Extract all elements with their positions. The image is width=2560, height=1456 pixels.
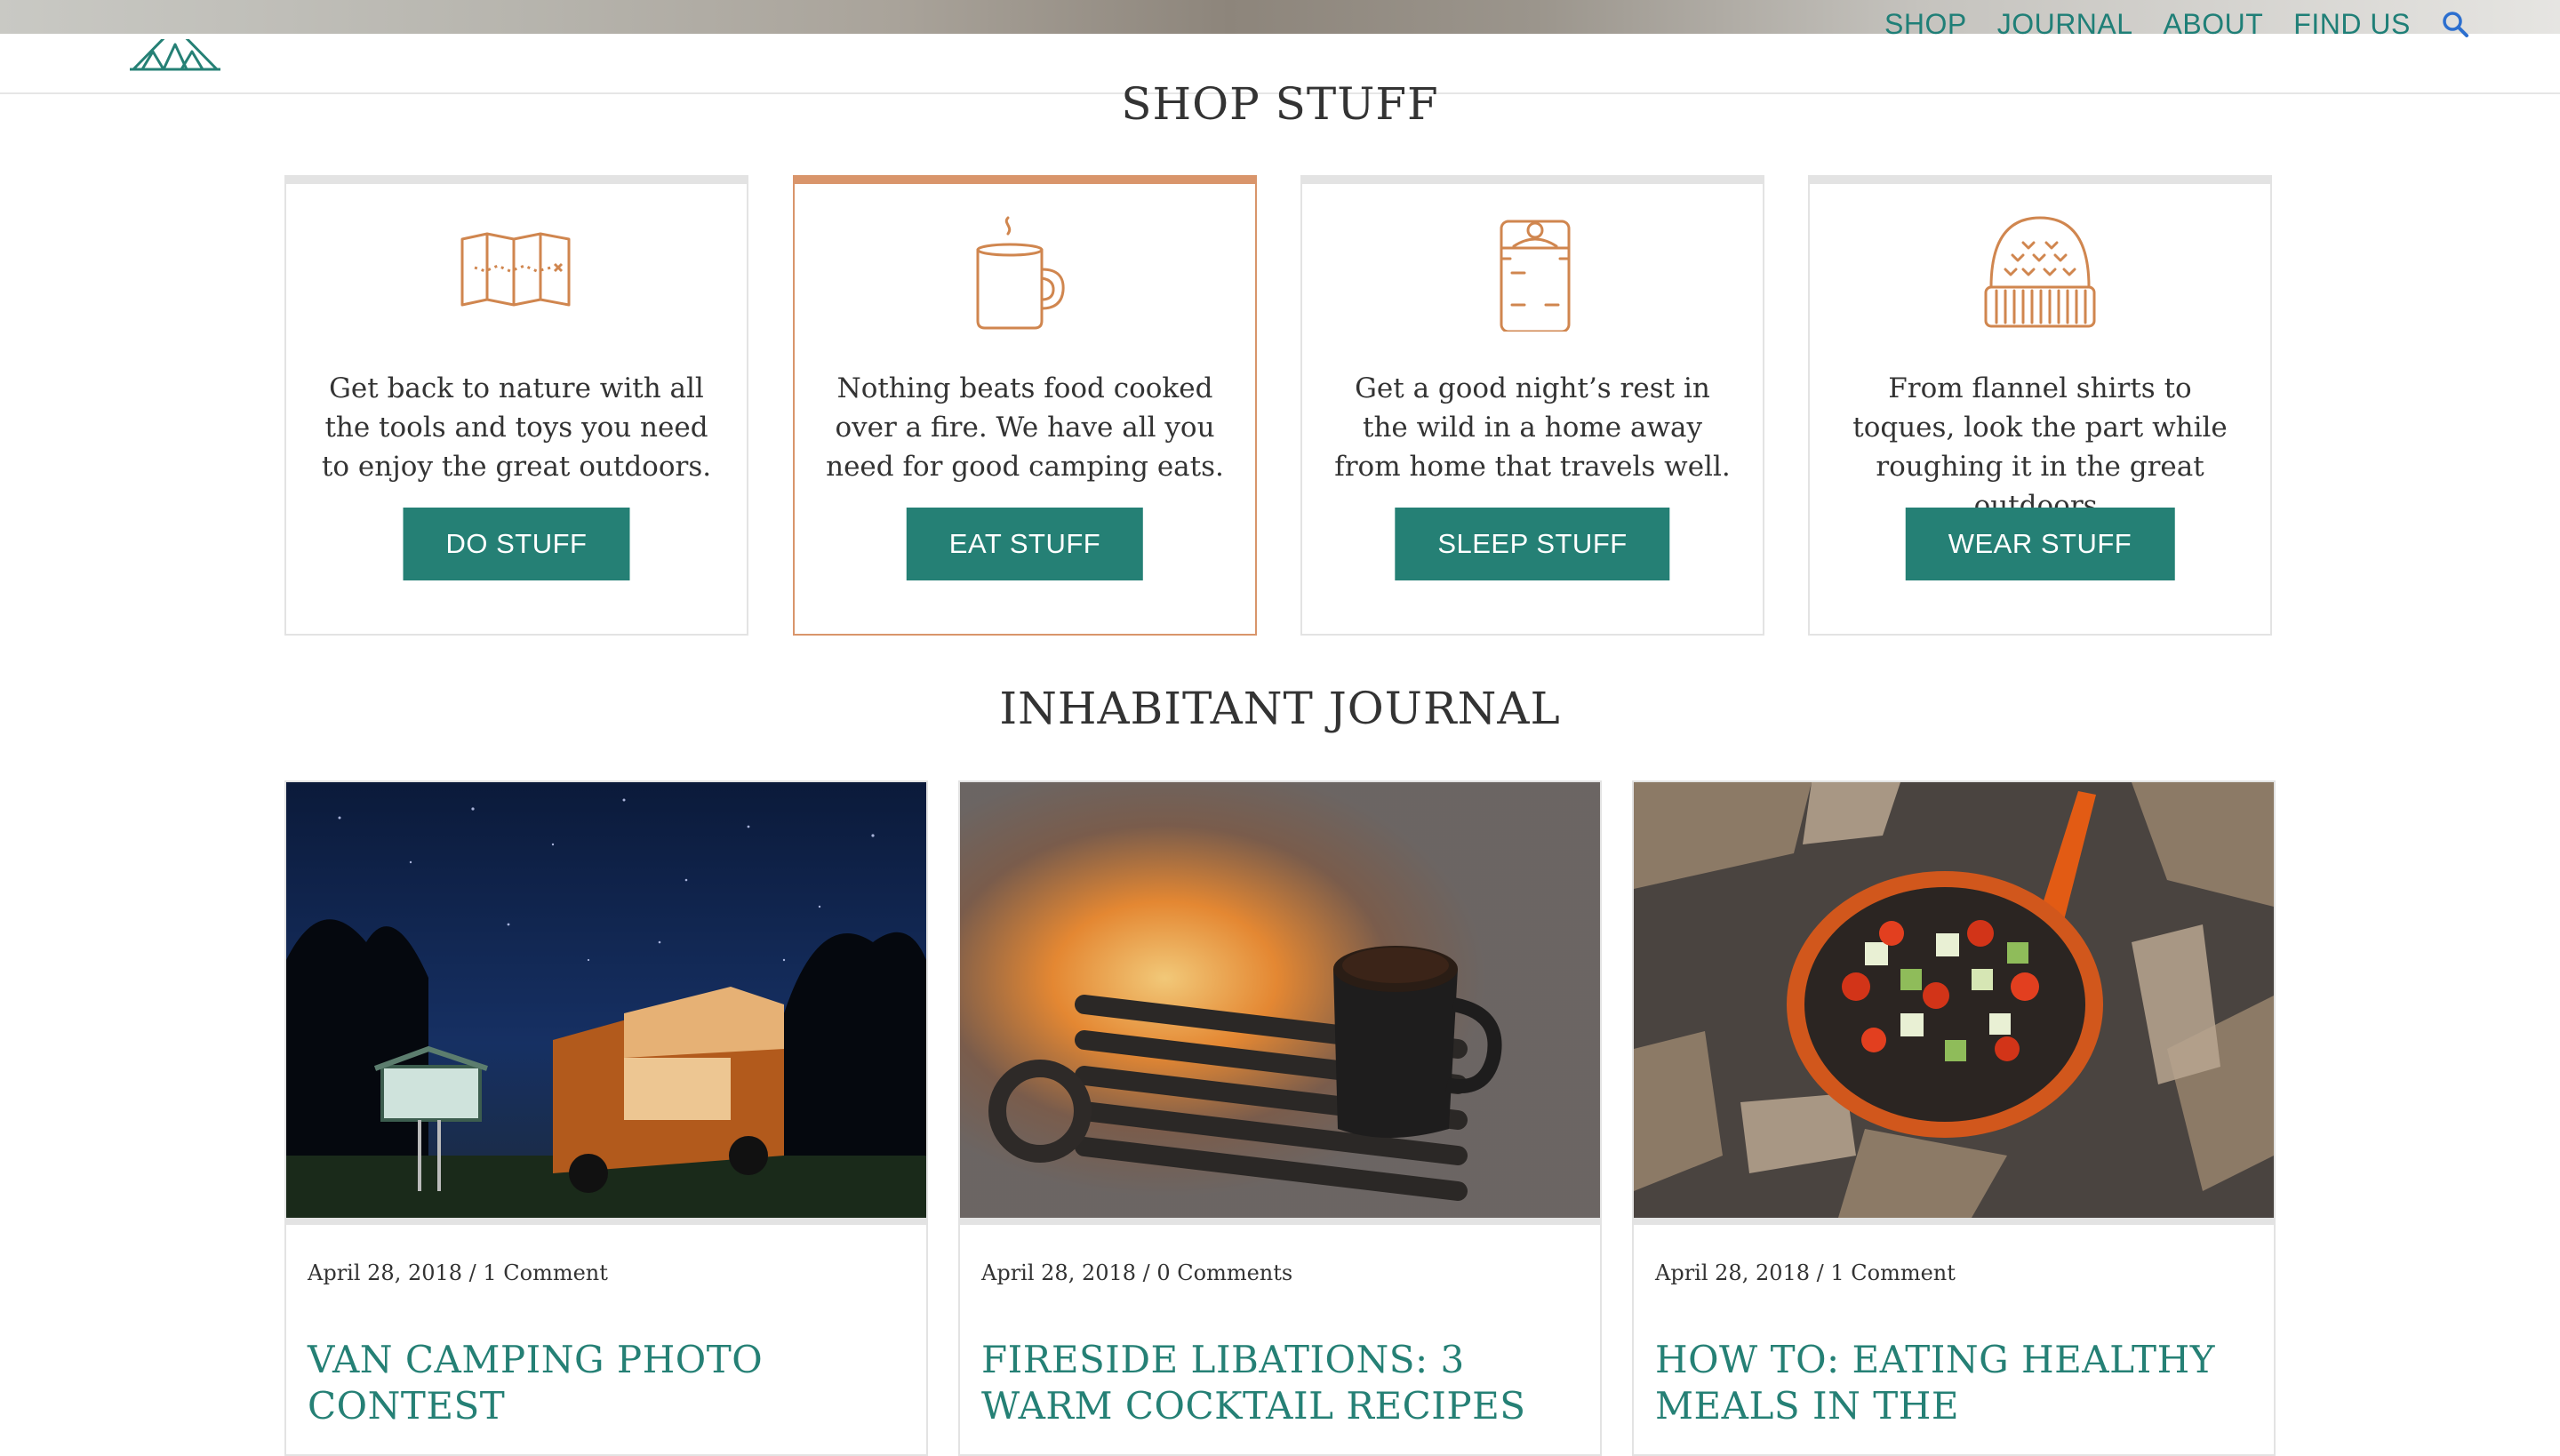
journal-post-card: April 28, 2018 / 1 Comment VAN CAMPING P…	[284, 780, 928, 1456]
sleep-stuff-button[interactable]: SLEEP STUFF	[1395, 508, 1670, 580]
shop-card-description: Nothing beats food cooked over a fire. W…	[826, 372, 1224, 483]
post-meta: April 28, 2018 / 1 Comment	[308, 1260, 608, 1285]
nav-about[interactable]: ABOUT	[2164, 8, 2264, 41]
wear-stuff-button[interactable]: WEAR STUFF	[1905, 508, 2175, 580]
mug-icon	[976, 216, 1065, 330]
post-meta: April 28, 2018 / 1 Comment	[1655, 1260, 1956, 1285]
sleeping-bag-icon	[1500, 220, 1571, 332]
shop-card-description: Get back to nature with all the tools an…	[321, 372, 712, 483]
nav-shop[interactable]: SHOP	[1884, 8, 1967, 41]
journal-post-card: April 28, 2018 / 0 Comments FIRESIDE LIB…	[958, 780, 1602, 1456]
nav-journal[interactable]: JOURNAL	[1997, 8, 2133, 41]
shop-card-description: Get a good night’s rest in the wild in a…	[1334, 372, 1731, 483]
van-camping-photo[interactable]	[286, 782, 926, 1218]
eat-stuff-button[interactable]: EAT STUFF	[906, 508, 1144, 580]
nav-find-us[interactable]: FIND US	[2293, 8, 2411, 41]
post-title-link[interactable]: HOW TO: EATING HEALTHY MEALS IN THE	[1655, 1337, 2224, 1429]
post-meta: April 28, 2018 / 0 Comments	[981, 1260, 1293, 1285]
map-icon	[460, 232, 571, 307]
shop-section-title: SHOP STUFF	[1121, 78, 1439, 130]
main-nav: SHOP JOURNAL ABOUT FIND US	[1884, 5, 2469, 43]
photo-divider	[1634, 1218, 2274, 1225]
shop-card-sleep: Get a good night’s rest in the wild in a…	[1300, 175, 1764, 636]
shop-card-wear: From flannel shirts to toques, look the …	[1808, 175, 2272, 636]
post-title-link[interactable]: FIRESIDE LIBATIONS: 3 WARM COCKTAIL RECI…	[981, 1337, 1550, 1429]
toque-icon	[1984, 216, 2096, 328]
shop-card-do: Get back to nature with all the tools an…	[284, 175, 748, 636]
journal-post-card: April 28, 2018 / 1 Comment HOW TO: EATIN…	[1632, 780, 2276, 1456]
photo-divider	[286, 1218, 926, 1225]
skillet-meal-photo[interactable]	[1634, 782, 2274, 1218]
fireside-coffee-photo[interactable]	[960, 782, 1600, 1218]
journal-section-title: INHABITANT JOURNAL	[999, 683, 1561, 734]
photo-divider	[960, 1218, 1600, 1225]
shop-card-eat: Nothing beats food cooked over a fire. W…	[793, 175, 1257, 636]
post-title-link[interactable]: VAN CAMPING PHOTO CONTEST	[308, 1337, 876, 1429]
search-icon[interactable]	[2441, 10, 2469, 38]
do-stuff-button[interactable]: DO STUFF	[403, 508, 630, 580]
shop-card-description: From flannel shirts to toques, look the …	[1852, 372, 2228, 522]
